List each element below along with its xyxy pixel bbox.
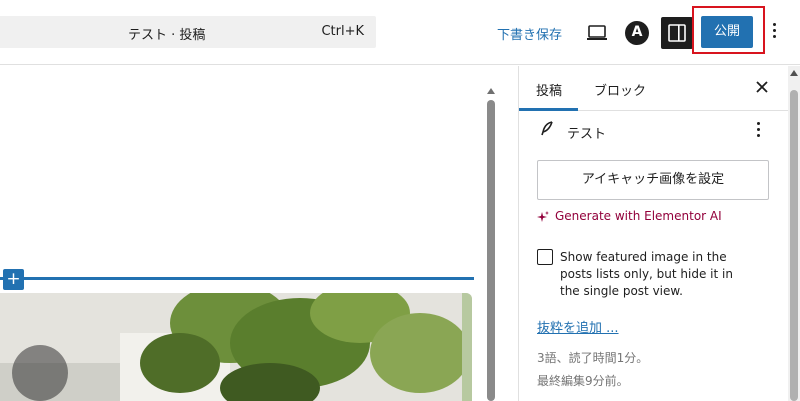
laptop-icon[interactable] [586,22,608,44]
settings-sidebar: 投稿 ブロック テスト アイキャッチ画像を設定 Generate with El… [518,66,789,401]
sparkle-icon [537,211,549,222]
scroll-up-arrow-icon[interactable] [487,88,495,94]
scroll-up-arrow-icon[interactable] [790,70,798,76]
editor-header: テスト · 投稿 Ctrl+K 下書き保存 A 公開 [0,0,800,65]
canvas-scrollbar[interactable] [486,88,496,401]
featured-image-checkbox-label: Show featured image in the posts lists o… [560,250,733,298]
post-title: テスト [567,127,607,142]
document-title[interactable]: テスト · 投稿 [128,24,205,43]
elementor-ai-label: Generate with Elementor AI [555,209,722,223]
sidebar-scrollbar[interactable] [788,66,800,401]
scrollbar-thumb[interactable] [487,100,495,401]
word-count-text: 3語、読了時間1分。 [537,351,649,365]
sidebar-toggle-icon[interactable] [661,17,693,49]
tab-block[interactable]: ブロック [594,80,646,99]
command-palette-bar[interactable]: テスト · 投稿 Ctrl+K [0,16,376,48]
featured-photo[interactable] [0,293,472,401]
publish-button[interactable]: 公開 [701,16,753,48]
plus-icon[interactable]: + [3,269,24,290]
astra-logo-icon[interactable]: A [625,21,649,45]
close-icon[interactable] [752,77,772,97]
featured-image-checkbox[interactable] [537,249,553,265]
vertical-ellipsis-icon[interactable] [769,23,779,43]
feather-icon [539,120,555,136]
add-excerpt-link[interactable]: 抜粋を追加 ... [537,317,619,336]
sidebar-scrollbar-thumb[interactable] [790,90,798,401]
last-edited-text: 最終編集9分前。 [537,374,629,388]
block-inserter-line [0,277,474,280]
sidebar-tabs: 投稿 ブロック [519,66,789,111]
post-summary-row: テスト [519,111,789,147]
set-featured-image-button[interactable]: アイキャッチ画像を設定 [537,160,769,200]
astra-letter: A [631,24,643,40]
shortcut-hint: Ctrl+K [321,24,364,39]
tab-post[interactable]: 投稿 [536,80,562,99]
vertical-ellipsis-icon[interactable] [754,122,762,140]
save-draft-button[interactable]: 下書き保存 [497,24,562,43]
